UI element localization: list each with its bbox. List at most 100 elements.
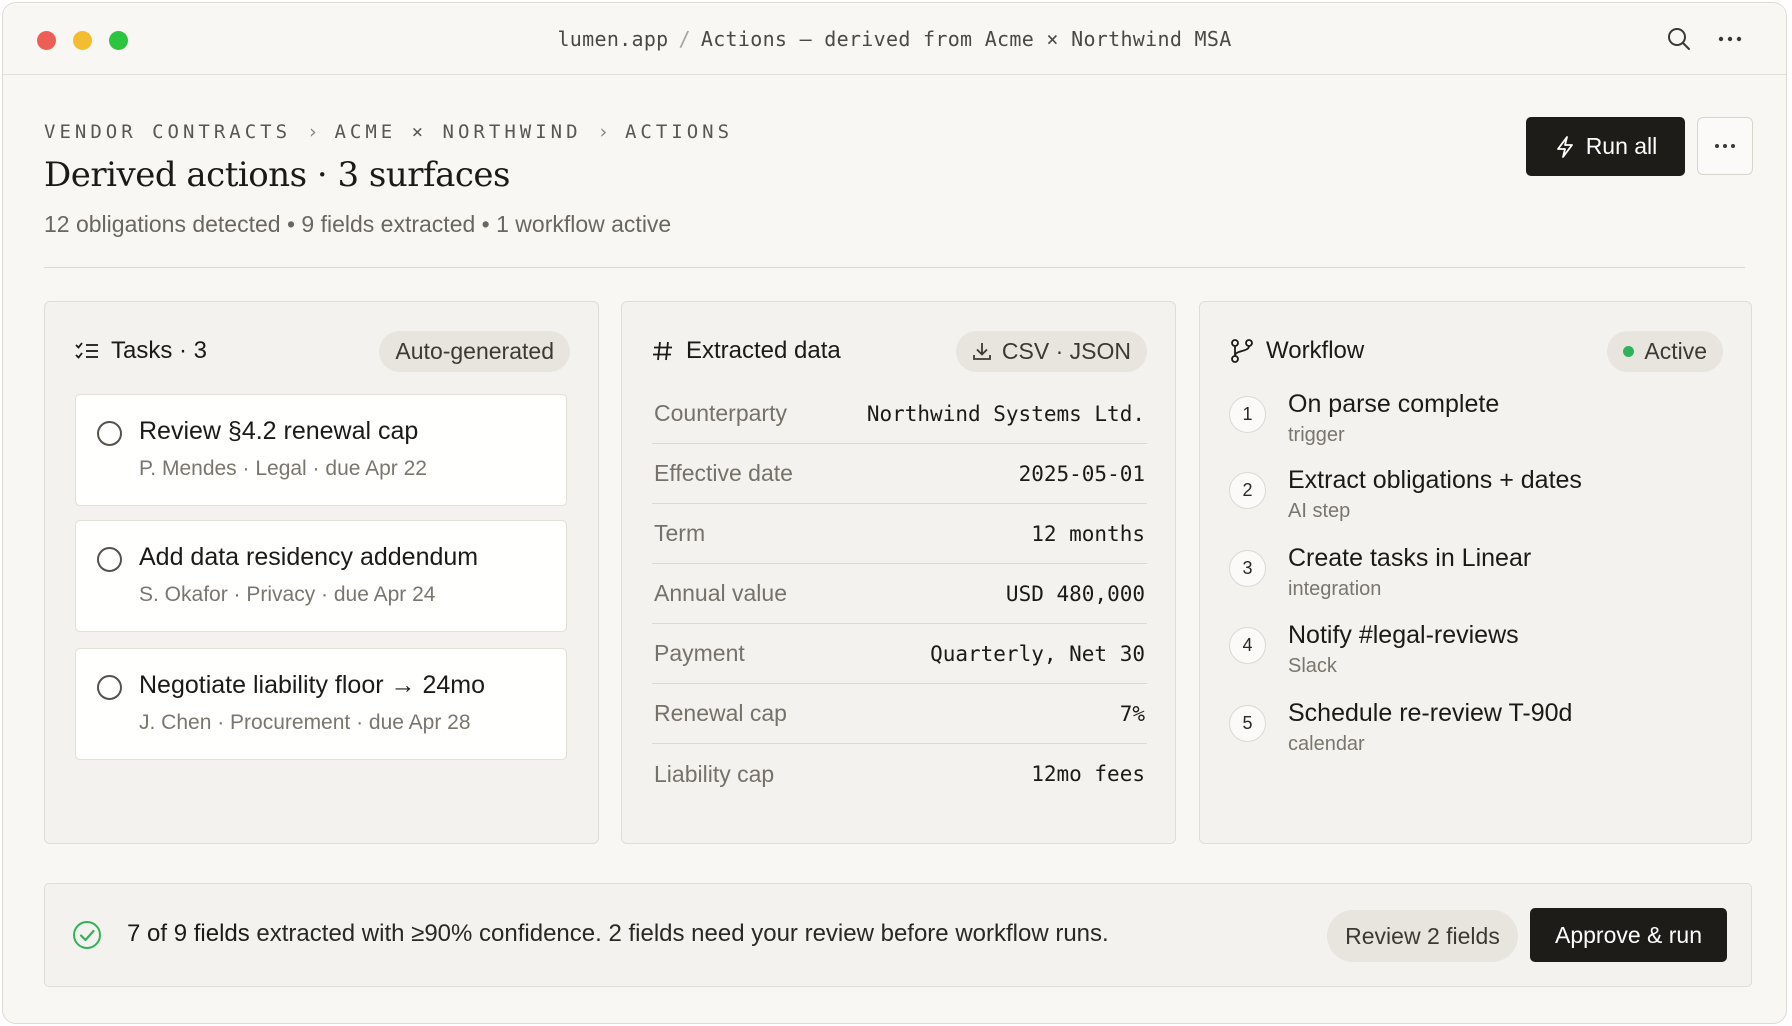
field-row[interactable]: Term 12 months xyxy=(652,504,1147,564)
export-label: CSV · JSON xyxy=(1001,337,1131,364)
header-more-button[interactable] xyxy=(1697,117,1753,175)
git-branch-icon xyxy=(1231,339,1253,363)
task-checkbox[interactable] xyxy=(97,421,122,446)
field-row[interactable]: Annual value USD 480,000 xyxy=(652,564,1147,624)
field-row[interactable]: Renewal cap 7% xyxy=(652,684,1147,744)
checklist-icon xyxy=(75,342,98,359)
app-window: lumen.app / Actions — derived from Acme × … xyxy=(2,2,1787,1024)
step-number: 5 xyxy=(1229,705,1266,742)
task-checkbox[interactable] xyxy=(97,547,122,572)
approve-and-run-button[interactable]: Approve & run xyxy=(1530,908,1727,962)
task-checkbox[interactable] xyxy=(97,675,122,700)
workflow-step[interactable]: 5 Schedule re-review T-90d calendar xyxy=(1229,699,1729,775)
field-row[interactable]: Effective date 2025-05-01 xyxy=(652,444,1147,504)
step-number: 1 xyxy=(1229,396,1266,433)
more-options-icon xyxy=(1715,144,1735,148)
step-title: Create tasks in Linear xyxy=(1288,544,1532,572)
check-circle-icon xyxy=(73,921,101,949)
field-value: USD 480,000 xyxy=(1005,581,1145,606)
breadcrumb-acme-northwind[interactable]: ACME × NORTHWIND xyxy=(334,121,581,143)
field-value: 2025-05-01 xyxy=(1018,461,1145,486)
step-title: Extract obligations + dates xyxy=(1288,466,1582,494)
status-dot-icon xyxy=(1623,345,1635,357)
extracted-data-card: Extracted data CSV · JSON Counterparty No… xyxy=(621,301,1176,844)
chevron-right-icon: › xyxy=(307,121,319,143)
url-separator: / xyxy=(678,27,691,51)
step-title: Schedule re-review T-90d xyxy=(1288,699,1573,727)
task-meta: J. Chen · Procurement · due Apr 28 xyxy=(139,711,471,734)
auto-generated-badge: Auto-generated xyxy=(379,330,570,372)
extracted-data-header: Extracted data CSV · JSON xyxy=(652,330,1147,372)
workflow-header: Workflow Active xyxy=(1230,330,1723,372)
field-key: Payment xyxy=(654,640,745,666)
confidence-banner: 7 of 9 fields extracted with ≥90% confid… xyxy=(44,883,1752,987)
workflow-title: Workflow xyxy=(1266,337,1365,364)
run-all-label: Run all xyxy=(1585,133,1658,159)
breadcrumb-vendor-contracts[interactable]: VENDOR CONTRACTS xyxy=(44,121,291,143)
title-bar: lumen.app / Actions — derived from Acme × … xyxy=(3,3,1786,75)
search-icon[interactable] xyxy=(1663,23,1695,55)
workflow-card: Workflow Active 1 On parse complete trig… xyxy=(1199,301,1752,844)
field-key: Liability cap xyxy=(654,760,775,787)
tasks-card-header: Tasks · 3 Auto-generated xyxy=(75,330,570,372)
field-value: 12 months xyxy=(1031,521,1145,546)
more-options-icon[interactable] xyxy=(1714,23,1746,55)
workflow-step[interactable]: 2 Extract obligations + dates AI step xyxy=(1229,466,1729,542)
field-key: Renewal cap xyxy=(654,700,787,726)
field-key: Term xyxy=(654,520,706,546)
task-item[interactable]: Add data residency addendum S. Okafor · … xyxy=(75,520,567,632)
breadcrumb: VENDOR CONTRACTS › ACME × NORTHWIND › AC… xyxy=(44,121,733,143)
hash-icon xyxy=(653,341,672,361)
review-fields-button[interactable]: Review 2 fields xyxy=(1327,910,1518,962)
confidence-rest: extracted with ≥90% confidence. 2 fields… xyxy=(249,920,1109,947)
tasks-card-title: Tasks · 3 xyxy=(111,337,208,364)
workflow-step[interactable]: 4 Notify #legal-reviews Slack xyxy=(1229,621,1729,697)
step-type: trigger xyxy=(1288,424,1345,446)
step-title: Notify #legal-reviews xyxy=(1288,621,1519,649)
field-value: 7% xyxy=(1119,701,1145,726)
workflow-status-badge: Active xyxy=(1607,330,1723,372)
step-type: AI step xyxy=(1288,500,1351,522)
task-item[interactable]: Negotiate liability floor → 24mo J. Chen… xyxy=(75,648,567,760)
workflow-step[interactable]: 3 Create tasks in Linear integration xyxy=(1229,544,1729,620)
export-button[interactable]: CSV · JSON xyxy=(955,330,1147,372)
field-value: Northwind Systems Ltd. xyxy=(866,401,1145,426)
step-type: calendar xyxy=(1288,733,1365,755)
download-icon xyxy=(973,343,991,360)
step-title: On parse complete xyxy=(1288,390,1500,418)
run-all-button[interactable]: Run all xyxy=(1526,117,1685,176)
field-row[interactable]: Payment Quarterly, Net 30 xyxy=(652,624,1147,684)
field-row[interactable]: Counterparty Northwind Systems Ltd. xyxy=(652,384,1147,444)
extracted-data-title: Extracted data xyxy=(686,337,841,364)
task-title: Review §4.2 renewal cap xyxy=(139,417,419,445)
breadcrumb-actions: ACTIONS xyxy=(624,121,734,143)
step-number: 3 xyxy=(1229,550,1266,587)
confidence-strong: 7 of 9 fields xyxy=(127,920,250,947)
workflow-step[interactable]: 1 On parse complete trigger xyxy=(1229,390,1729,466)
step-number: 4 xyxy=(1229,627,1266,664)
field-value: Quarterly, Net 30 xyxy=(930,641,1145,666)
lightning-icon xyxy=(1556,135,1573,158)
workflow-status-label: Active xyxy=(1644,337,1707,364)
address-bar[interactable]: lumen.app / Actions — derived from Acme × … xyxy=(3,27,1786,51)
field-key: Effective date xyxy=(654,460,793,486)
page-summary: 12 obligations detected • 9 fields extra… xyxy=(44,211,672,237)
header-divider xyxy=(44,267,1745,268)
field-value: 12mo fees xyxy=(1031,762,1145,786)
extracted-fields-list: Counterparty Northwind Systems Ltd. Effec… xyxy=(652,384,1147,804)
field-key: Annual value xyxy=(654,580,787,606)
page-title: Derived actions · 3 surfaces xyxy=(44,155,511,195)
step-type: Slack xyxy=(1288,655,1337,677)
chevron-right-icon: › xyxy=(597,121,609,143)
field-key: Counterparty xyxy=(654,400,787,426)
field-row[interactable]: Liability cap 12mo fees xyxy=(652,744,1147,804)
task-item[interactable]: Review §4.2 renewal cap P. Mendes · Lega… xyxy=(75,394,567,506)
tasks-card: Tasks · 3 Auto-generated Review §4.2 ren… xyxy=(44,301,599,844)
task-meta: P. Mendes · Legal · due Apr 22 xyxy=(139,457,427,480)
confidence-message: 7 of 9 fields extracted with ≥90% confid… xyxy=(127,920,1109,948)
task-title: Add data residency addendum xyxy=(139,543,479,571)
url-path: Actions — derived from Acme × Northwind … xyxy=(700,27,1232,51)
task-title: Negotiate liability floor → 24mo xyxy=(139,671,485,699)
task-meta: S. Okafor · Privacy · due Apr 24 xyxy=(139,583,436,606)
step-type: integration xyxy=(1288,578,1382,600)
